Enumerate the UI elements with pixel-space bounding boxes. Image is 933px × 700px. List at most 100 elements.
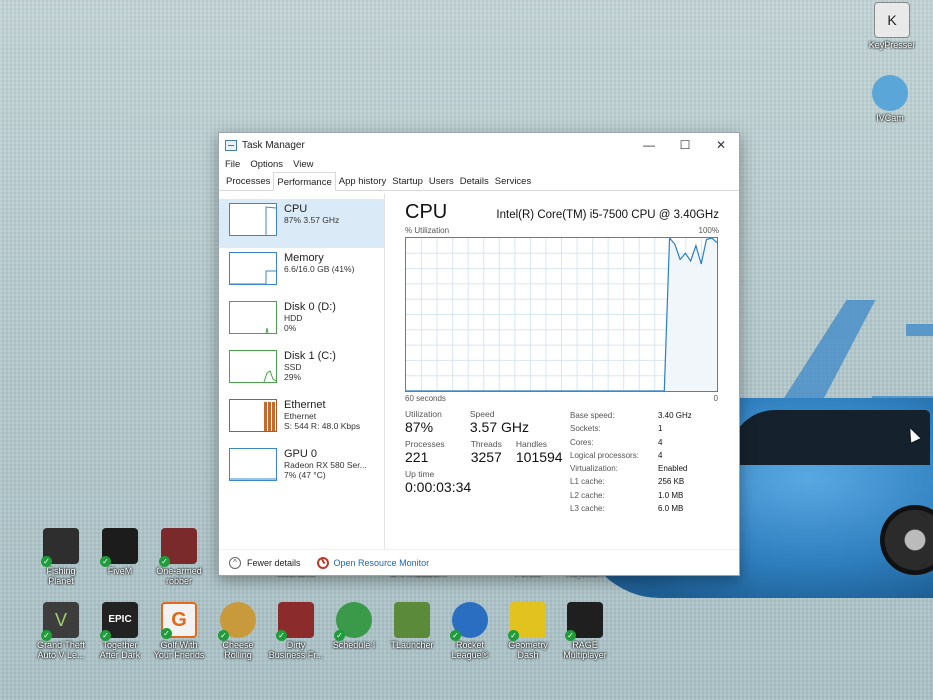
spec-row: Base speed: 3.40 GHz bbox=[570, 411, 692, 420]
tlauncher-icon bbox=[394, 602, 430, 638]
sidebar-item-cpu[interactable]: CPU 87% 3.57 GHz bbox=[219, 199, 384, 248]
menu-file[interactable]: File bbox=[225, 157, 240, 172]
uptime-stat-value: 0:00:03:34 bbox=[405, 479, 472, 495]
resource-monitor-icon bbox=[316, 556, 329, 569]
cpu-detail-panel: CPU Intel(R) Core(TM) i5-7500 CPU @ 3.40… bbox=[385, 193, 739, 549]
sidebar-sub-cpu: 87% 3.57 GHz bbox=[284, 215, 340, 225]
desktop-icon-tlauncher[interactable]: TLauncher bbox=[384, 602, 440, 650]
handles-stat-label: Handles bbox=[515, 439, 548, 449]
desktop-icon-geometry-dash[interactable]: ✓ Geometry Dash bbox=[500, 602, 556, 660]
cpu-model: Intel(R) Core(TM) i5-7500 CPU @ 3.40GHz bbox=[496, 209, 719, 221]
tab-users[interactable]: Users bbox=[426, 172, 457, 190]
task-manager-window: Task Manager — ☐ ✕ File Options View Pro… bbox=[218, 132, 740, 576]
menu-bar: File Options View bbox=[219, 157, 739, 172]
handles-stat-value: 101594 bbox=[515, 449, 563, 465]
desktop-icon-golf-with-your-friends[interactable]: ✓ G Golf With Your Friends bbox=[151, 602, 207, 660]
rocket-league-icon: ✓ bbox=[450, 602, 488, 641]
sidebar-item-gpu0[interactable]: GPU 0 Radeon RX 580 Ser... 7% (47 °C) bbox=[219, 444, 384, 493]
wallpaper-car-window bbox=[730, 410, 930, 465]
spec-row: Logical processors: 4 bbox=[570, 450, 663, 460]
uptime-stat-label: Up time bbox=[405, 469, 435, 479]
fewer-details-link[interactable]: Fewer details bbox=[247, 558, 301, 568]
desktop-icon-together-after-dark[interactable]: ✓ EPIC Together After Dark bbox=[92, 602, 148, 660]
chevron-up-icon[interactable]: ^ bbox=[229, 556, 241, 569]
threads-stat-label: Threads bbox=[470, 439, 502, 449]
sidebar-sub-disk0-usage: 0% bbox=[284, 323, 297, 333]
sidebar-label-disk1: Disk 1 (C:) bbox=[284, 350, 336, 362]
tab-startup[interactable]: Startup bbox=[389, 172, 426, 190]
task-manager-icon bbox=[225, 139, 237, 151]
sidebar-item-memory[interactable]: Memory 6.6/16.0 GB (41%) bbox=[219, 248, 384, 297]
fivem-icon: ✓ bbox=[100, 528, 138, 567]
performance-sidebar: CPU 87% 3.57 GHz Memory 6.6/16.0 GB (41%… bbox=[219, 193, 385, 549]
threads-stat-value: 3257 bbox=[470, 449, 502, 465]
speed-stat-label: Speed bbox=[469, 409, 495, 419]
gpu-thumbnail-graph bbox=[229, 448, 277, 481]
sidebar-item-disk0[interactable]: Disk 0 (D:) HDD 0% bbox=[219, 297, 384, 346]
cpu-utilization-graph bbox=[405, 237, 718, 392]
desktop-icon-one-armed-robber[interactable]: ✓ One-armed robber bbox=[151, 528, 207, 586]
tab-performance[interactable]: Performance bbox=[273, 172, 336, 191]
sidebar-label-disk0: Disk 0 (D:) bbox=[284, 301, 336, 313]
desktop-icon-dirty-business[interactable]: ✓ Dirty Business Fr... bbox=[268, 602, 324, 660]
utilization-label: % Utilization bbox=[405, 226, 450, 235]
sidebar-label-memory: Memory bbox=[284, 252, 324, 264]
cpu-thumbnail-graph bbox=[229, 203, 277, 236]
tab-bar: Processes Performance App history Startu… bbox=[219, 172, 739, 191]
utilization-stat-value: 87% bbox=[405, 419, 434, 435]
disk1-thumbnail-graph bbox=[229, 350, 277, 383]
keypresser-icon: K bbox=[874, 2, 910, 38]
spec-row: Sockets: 1 bbox=[570, 424, 663, 434]
desktop-icon-fishing-planet[interactable]: ✓ Fishing Planet bbox=[33, 528, 89, 586]
sidebar-sub-disk0-type: HDD bbox=[284, 313, 303, 323]
sidebar-sub-gpu0-usage: 7% (47 °C) bbox=[284, 470, 326, 480]
close-button[interactable]: ✕ bbox=[703, 133, 739, 157]
sidebar-sub-gpu0-model: Radeon RX 580 Ser... bbox=[284, 460, 367, 470]
minimize-button[interactable]: — bbox=[631, 133, 667, 157]
cpu-utilization-plot bbox=[406, 238, 717, 391]
tab-details[interactable]: Details bbox=[457, 172, 492, 190]
cpu-heading: CPU bbox=[405, 201, 448, 223]
desktop-icon-fivem[interactable]: ✓ FiveM bbox=[92, 528, 148, 576]
epic-games-icon: ✓ EPIC bbox=[100, 602, 138, 641]
maximize-button[interactable]: ☐ bbox=[667, 133, 703, 157]
sidebar-label-ethernet: Ethernet bbox=[284, 399, 326, 411]
tab-services[interactable]: Services bbox=[492, 172, 534, 190]
utilization-stat-label: Utilization bbox=[405, 409, 442, 419]
speed-stat-value: 3.57 GHz bbox=[469, 419, 529, 435]
sidebar-label-gpu0: GPU 0 bbox=[284, 448, 318, 460]
menu-options[interactable]: Options bbox=[250, 157, 283, 172]
cpu-stats: Utilization 87% Speed 3.57 GHz Processes… bbox=[405, 409, 719, 515]
window-title: Task Manager bbox=[242, 139, 305, 151]
footer-bar: ^ Fewer details Open Resource Monitor bbox=[219, 549, 739, 575]
desktop-icon-ivcam[interactable]: IVCam bbox=[862, 75, 918, 123]
open-resource-monitor-link[interactable]: Open Resource Monitor bbox=[334, 558, 430, 568]
sidebar-sub-ethernet-rate: S: 544 R: 48.0 Kbps bbox=[284, 421, 361, 431]
one-armed-robber-icon: ✓ bbox=[159, 528, 197, 567]
fishing-planet-icon: ✓ bbox=[41, 528, 79, 567]
desktop-icon-gta-v[interactable]: ✓ V Grand Theft Auto V Le... bbox=[33, 602, 89, 660]
spec-row: Virtualization: Enabled bbox=[570, 464, 688, 474]
sidebar-item-disk1[interactable]: Disk 1 (C:) SSD 29% bbox=[219, 346, 384, 395]
tab-processes[interactable]: Processes bbox=[223, 172, 273, 190]
schedule-i-icon: ✓ bbox=[334, 602, 372, 641]
sidebar-sub-disk1-usage: 29% bbox=[284, 372, 302, 382]
tab-app-history[interactable]: App history bbox=[336, 172, 390, 190]
desktop-icon-schedule-i[interactable]: ✓ Schedule I bbox=[326, 602, 382, 650]
menu-view[interactable]: View bbox=[293, 157, 313, 172]
desktop-icon-keypresser[interactable]: K KeyPresser bbox=[864, 2, 920, 50]
disk0-thumbnail-graph bbox=[229, 301, 277, 334]
desktop-icon-rage-multiplayer[interactable]: ✓ RAGE Multiplayer bbox=[557, 602, 613, 660]
rage-multiplayer-icon: ✓ bbox=[565, 602, 603, 641]
title-bar[interactable]: Task Manager — ☐ ✕ bbox=[219, 133, 739, 157]
processes-stat-value: 221 bbox=[405, 449, 429, 465]
sidebar-sub-disk1-type: SSD bbox=[284, 362, 302, 372]
memory-thumbnail-graph bbox=[229, 252, 277, 285]
desktop-icon-rocket-league[interactable]: ✓ Rocket League® bbox=[442, 602, 498, 660]
spec-row: Cores: 4 bbox=[570, 437, 663, 447]
spec-row: L1 cache: 256 KB bbox=[570, 477, 685, 487]
utilization-max-label: 100% bbox=[698, 226, 719, 235]
desktop-icon-cheese-rolling[interactable]: ✓ Cheese Rolling bbox=[210, 602, 266, 660]
sidebar-item-ethernet[interactable]: Ethernet Ethernet S: 544 R: 48.0 Kbps bbox=[219, 395, 384, 444]
gta-v-icon: ✓ V bbox=[41, 602, 79, 641]
